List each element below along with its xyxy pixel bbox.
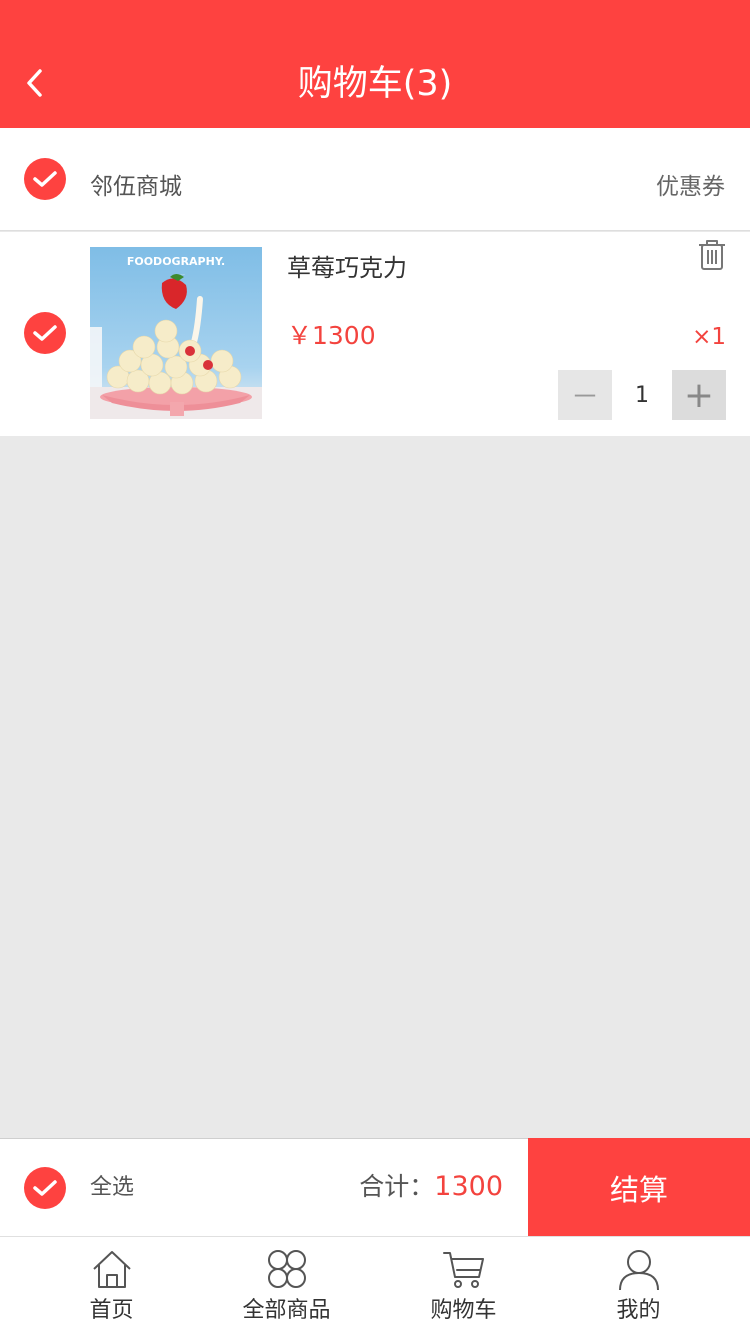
tab-mine[interactable]: 我的: [545, 1237, 732, 1334]
bottom-tab-bar: 首页 全部商品 购物车 我的: [0, 1236, 750, 1334]
decrease-quantity-button[interactable]: －: [558, 370, 612, 420]
select-all-label[interactable]: 全选: [90, 1173, 134, 1203]
cart-item: FOODOGRAPHY. ... 草莓巧克力 ￥1300 ×1 － 1 +: [0, 232, 750, 436]
check-icon: [33, 171, 57, 187]
total-label: 合计：: [359, 1172, 435, 1201]
item-select-checkbox[interactable]: [24, 312, 66, 354]
shop-name[interactable]: 邻伍商城: [90, 172, 182, 202]
check-icon: [33, 1180, 57, 1196]
checkout-button[interactable]: 结算: [528, 1138, 750, 1237]
checkout-bar: 全选 合计：1300 结算: [0, 1138, 750, 1237]
tab-label: 我的: [616, 1298, 661, 1323]
image-caption: FOODOGRAPHY.: [127, 255, 225, 268]
tab-home[interactable]: 首页: [18, 1237, 205, 1334]
shop-row: 邻伍商城 优惠券: [0, 128, 750, 231]
product-image[interactable]: FOODOGRAPHY. ...: [90, 247, 262, 419]
product-title[interactable]: 草莓巧克力: [287, 252, 407, 284]
tab-label: 购物车: [430, 1298, 497, 1323]
select-all-checkbox[interactable]: [24, 1167, 66, 1209]
quantity-value[interactable]: 1: [612, 370, 672, 420]
tab-cart[interactable]: 购物车: [370, 1237, 557, 1334]
tab-all-products[interactable]: 全部商品: [193, 1237, 380, 1334]
trash-icon: [699, 240, 725, 270]
tab-label: 全部商品: [242, 1298, 331, 1323]
quantity-label: ×1: [692, 324, 726, 350]
user-icon: [618, 1250, 659, 1291]
total-summary: 合计：1300: [359, 1169, 503, 1205]
increase-quantity-button[interactable]: +: [672, 370, 726, 420]
page-title: 购物车(3): [297, 64, 453, 104]
home-icon: [92, 1251, 131, 1288]
grid-icon: [267, 1250, 306, 1288]
delete-button[interactable]: [696, 238, 728, 272]
cart-icon: [442, 1252, 484, 1288]
product-price: ￥1300: [287, 321, 376, 350]
shop-select-checkbox[interactable]: [24, 158, 66, 200]
app-header: 购物车(3): [0, 0, 750, 128]
check-icon: [33, 325, 57, 341]
tab-label: 首页: [89, 1298, 134, 1323]
total-value: 1300: [434, 1171, 503, 1202]
coupon-link[interactable]: 优惠券: [656, 172, 725, 202]
